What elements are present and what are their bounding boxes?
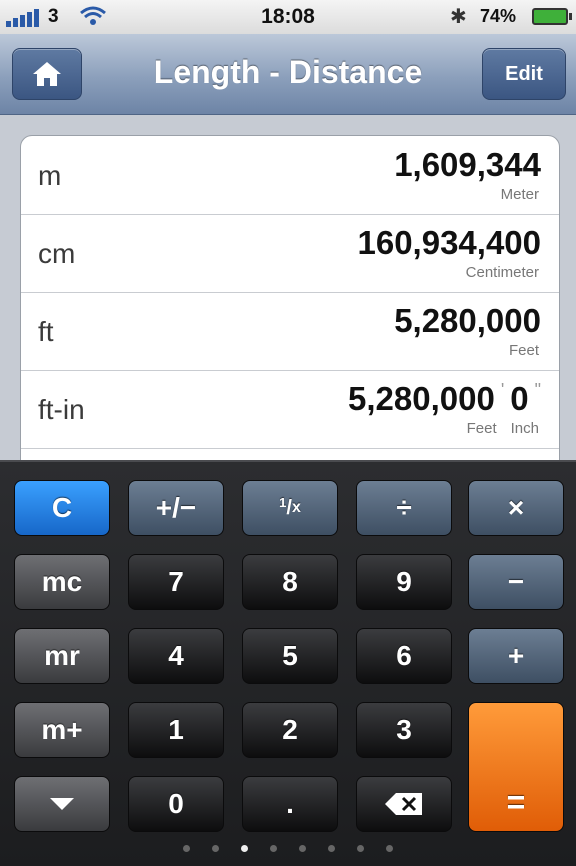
digit-0-button[interactable]: 0 [128, 776, 224, 832]
backspace-button[interactable] [356, 776, 452, 832]
unit-abbr: ft-in [38, 394, 85, 425]
divide-button[interactable]: ÷ [356, 480, 452, 536]
feet-inch-names: Feet Inch [467, 420, 539, 437]
list-item-meter[interactable]: m 1,609,344 Meter [21, 136, 559, 215]
conversion-list: m 1,609,344 Meter cm 160,934,400 Centime… [20, 135, 560, 460]
page-indicator[interactable] [0, 845, 576, 852]
digit-8-button[interactable]: 8 [242, 554, 338, 610]
unit-abbr: ft [38, 316, 54, 347]
list-item-feet-inch[interactable]: ft-in 5,280,000 ' 0 " Feet Inch [21, 370, 559, 449]
page-dot [357, 845, 364, 852]
collapse-keypad-button[interactable] [14, 776, 110, 832]
memory-clear-button[interactable]: mc [14, 554, 110, 610]
unit-abbr: cm [38, 238, 76, 269]
digit-6-button[interactable]: 6 [356, 628, 452, 684]
digit-7-button[interactable]: 7 [128, 554, 224, 610]
memory-add-button[interactable]: m+ [14, 702, 110, 758]
unit-value: 1,609,344 [394, 146, 541, 183]
digit-3-button[interactable]: 3 [356, 702, 452, 758]
unit-abbr: m [38, 160, 62, 191]
multiply-button[interactable]: × [468, 480, 564, 536]
digit-1-button[interactable]: 1 [128, 702, 224, 758]
page-dot [270, 845, 277, 852]
digit-4-button[interactable]: 4 [128, 628, 224, 684]
status-bar: 3 18:08 ✱ 74% [0, 0, 576, 34]
digit-5-button[interactable]: 5 [242, 628, 338, 684]
list-item-centimeter[interactable]: cm 160,934,400 Centimeter [21, 214, 559, 293]
feet-mark: ' [500, 380, 505, 400]
memory-recall-button[interactable]: mr [14, 628, 110, 684]
battery-icon [532, 8, 572, 25]
unit-value: 160,934,400 [357, 224, 541, 261]
plus-button[interactable]: + [468, 628, 564, 684]
equals-button[interactable]: = [468, 702, 564, 832]
battery-percent: 74% [480, 6, 517, 26]
calculator-keypad: C +/− 1/x ÷ × mc 7 8 9 − mr 4 5 6 + m+ 1… [0, 460, 576, 866]
feet-value: 5,280,000 [348, 380, 495, 417]
navigation-bar: Length - Distance Edit [0, 34, 576, 115]
reciprocal-button[interactable]: 1/x [242, 480, 338, 536]
clear-button[interactable]: C [14, 480, 110, 536]
feet-inch-value: 5,280,000 ' 0 " [348, 380, 541, 418]
inch-mark: " [534, 380, 541, 400]
minus-button[interactable]: − [468, 554, 564, 610]
backspace-icon [385, 793, 422, 815]
page-dot [183, 845, 190, 852]
list-item-feet[interactable]: ft 5,280,000 Feet [21, 292, 559, 371]
page-dot [299, 845, 306, 852]
plus-minus-button[interactable]: +/− [128, 480, 224, 536]
decimal-button[interactable]: . [242, 776, 338, 832]
page-dot [212, 845, 219, 852]
inch-value: 0 [510, 380, 529, 417]
page-dot [328, 845, 335, 852]
inch-name: Inch [510, 420, 539, 437]
edit-button[interactable]: Edit [482, 48, 566, 100]
unit-value: 5,280,000 [394, 302, 541, 339]
digit-2-button[interactable]: 2 [242, 702, 338, 758]
unit-name: Meter [500, 186, 539, 203]
bluetooth-icon: ✱ [450, 6, 467, 28]
chevron-down-icon [50, 798, 74, 810]
feet-name: Feet [466, 420, 497, 437]
equals-label: = [506, 783, 526, 820]
unit-name: Centimeter [465, 264, 539, 281]
page-dot [241, 845, 248, 852]
page-dot [386, 845, 393, 852]
unit-name: Feet [508, 342, 539, 359]
conversion-list-area: m 1,609,344 Meter cm 160,934,400 Centime… [0, 115, 576, 460]
digit-9-button[interactable]: 9 [356, 554, 452, 610]
